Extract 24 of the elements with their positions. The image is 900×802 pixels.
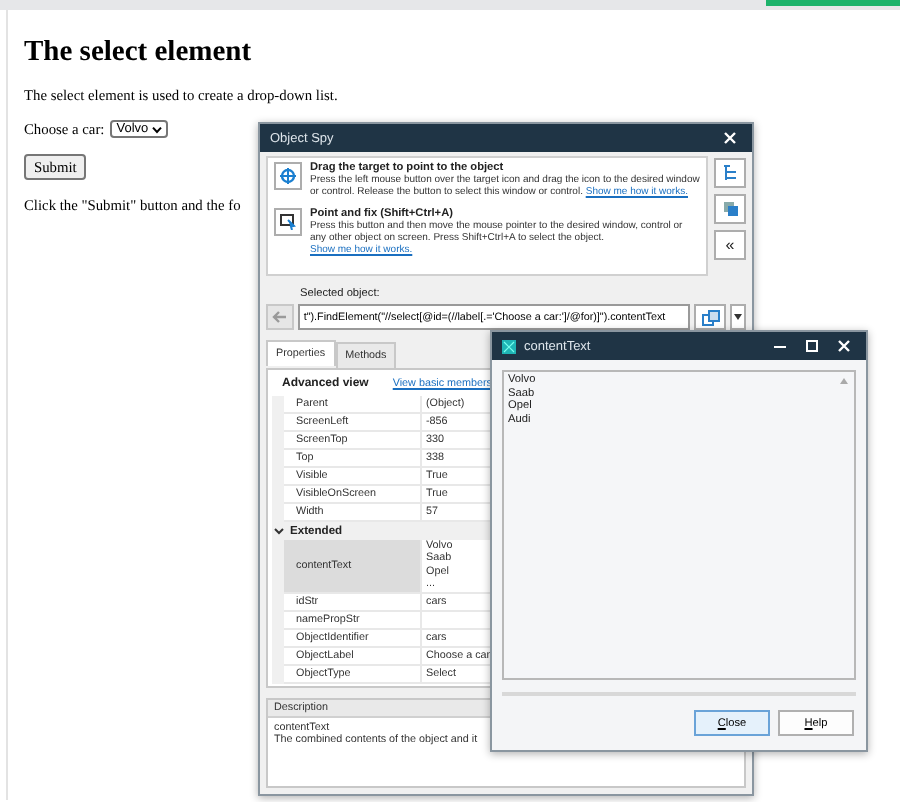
target-icon: [280, 168, 296, 184]
copy-button[interactable]: [694, 304, 727, 330]
scroll-up-icon: [840, 378, 848, 384]
maximize-button[interactable]: [800, 334, 824, 358]
maximize-icon: [806, 340, 818, 352]
back-arrow-icon: [271, 310, 288, 324]
objects-button[interactable]: [714, 194, 746, 224]
app-icon: [502, 339, 516, 353]
close-icon: [838, 340, 850, 352]
collapse-button[interactable]: «: [714, 230, 746, 260]
close-icon: [724, 132, 736, 144]
copy-icon: [701, 309, 720, 325]
page-heading: The select element: [24, 36, 254, 70]
windows-icon: [721, 200, 739, 218]
caret-icon: [734, 314, 743, 320]
tree-button[interactable]: [714, 158, 746, 188]
tree-icon: [721, 164, 739, 182]
minimize-icon: [774, 345, 786, 347]
pointer-icon: [280, 213, 296, 229]
chevron-icon: [152, 125, 163, 133]
pointer-button[interactable]: [274, 207, 302, 235]
target-button[interactable]: [274, 162, 302, 190]
dropdown-button[interactable]: [730, 304, 746, 330]
chevron-icon: [274, 526, 284, 536]
